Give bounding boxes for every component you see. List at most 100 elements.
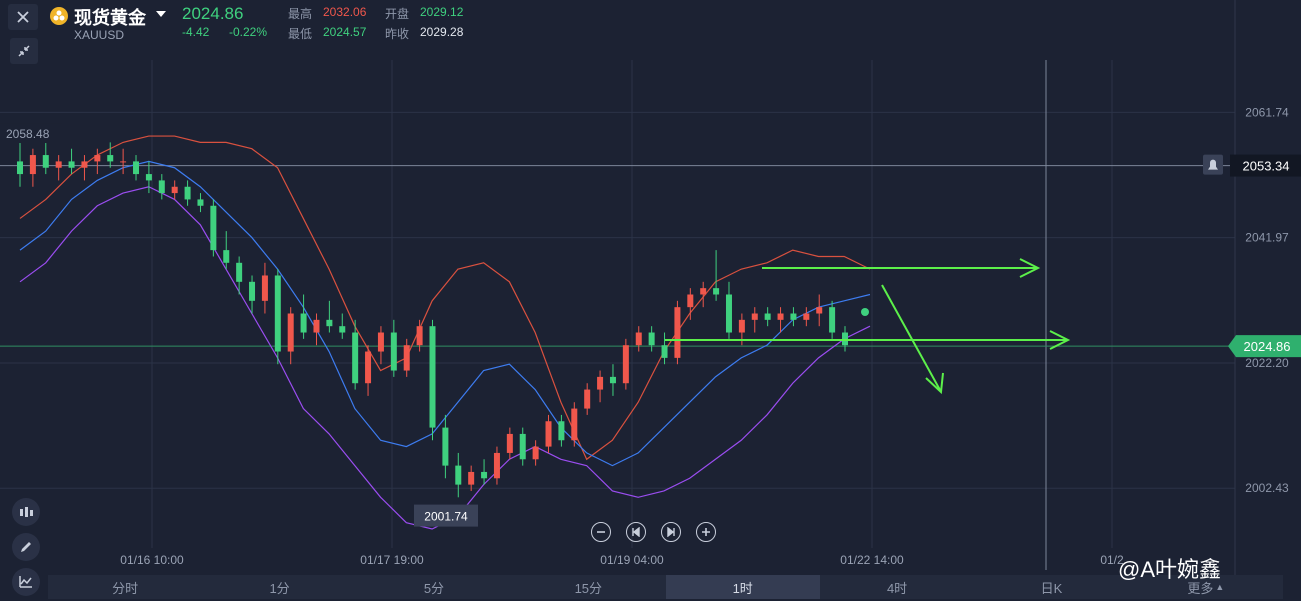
candle-body	[429, 326, 436, 428]
x-tick-label: 01/22 14:00	[840, 553, 904, 567]
y-tick-label: 2041.97	[1245, 231, 1289, 245]
candle-body	[352, 332, 359, 384]
candle-body	[17, 161, 23, 175]
open-value: 2029.12	[420, 5, 464, 19]
zoom-out-button[interactable]	[591, 522, 611, 542]
candle-body	[455, 465, 462, 485]
arrow-down-icon	[925, 372, 944, 395]
band-upper	[19, 135, 871, 461]
candle-body	[339, 326, 346, 333]
candle-body	[390, 332, 397, 371]
price-change: -4.42	[182, 25, 210, 39]
indicator-tool-button[interactable]	[12, 498, 40, 526]
candle-body	[481, 471, 488, 479]
zoom-in-button[interactable]	[696, 522, 716, 542]
y-tick-label: 2002.43	[1245, 481, 1289, 495]
plus-icon	[702, 528, 710, 536]
candle-body	[545, 421, 552, 447]
candle-body	[687, 294, 694, 308]
prev-close-value: 2029.28	[420, 25, 464, 39]
last-price-dot	[861, 308, 869, 316]
tab-4h[interactable]: 4时	[820, 575, 974, 599]
scroll-start-button[interactable]	[626, 522, 646, 542]
candle-body	[803, 313, 810, 320]
high-value: 2032.06	[323, 5, 367, 19]
candle-body	[55, 161, 62, 168]
candle-body	[197, 199, 204, 206]
candle-body	[713, 288, 720, 295]
scroll-end-button[interactable]	[661, 522, 681, 542]
chart-type-button[interactable]	[12, 568, 40, 596]
tab-1h[interactable]: 1时	[665, 575, 820, 599]
high-label: 最高	[288, 7, 313, 21]
y-tick-label: 2022.20	[1245, 356, 1289, 370]
candle-body	[506, 433, 513, 453]
watermark-text: @A叶婉鑫	[1118, 557, 1222, 582]
candle-body	[249, 281, 256, 301]
candle-body	[648, 332, 655, 346]
tab-1m[interactable]: 1分	[202, 575, 356, 599]
candle-body	[622, 345, 629, 384]
candle-body	[133, 161, 140, 175]
annotation-down-line	[881, 284, 941, 391]
candle-body	[236, 262, 243, 282]
candle-body	[313, 319, 320, 333]
minus-icon	[597, 531, 605, 533]
current-price: 2024.86	[182, 4, 244, 23]
prev-close-label: 昨收	[385, 27, 410, 41]
instrument-title[interactable]: 现货黄金	[74, 4, 146, 30]
candle-body	[442, 427, 449, 466]
candle-body	[416, 326, 423, 346]
candle-body	[145, 174, 152, 181]
close-button[interactable]	[8, 4, 38, 30]
candle-body	[184, 186, 191, 200]
open-label: 开盘	[385, 7, 410, 21]
candle-body	[597, 376, 604, 390]
candle-body	[532, 446, 539, 460]
candle-body	[107, 155, 114, 162]
low-value: 2024.57	[323, 25, 367, 39]
x-tick-label: 01/17 19:00	[360, 553, 424, 567]
collapse-arrows-icon	[18, 45, 30, 57]
collapse-button[interactable]	[10, 38, 38, 64]
price-change-percent: -0.22%	[229, 25, 268, 39]
candle-body	[816, 307, 823, 314]
instrument-symbol: XAUUSD	[74, 28, 125, 42]
skip-forward-icon	[667, 527, 675, 537]
candlestick-chart[interactable]: 2061.74 2041.97 2022.20 2002.43 01/16 10:00 0…	[0, 0, 1301, 601]
candle-body	[725, 294, 732, 333]
candle-body	[403, 345, 410, 371]
timeframe-tabs: 分时 1分 5分 15分 1时 4时 日K 更多 ▲	[48, 575, 1283, 599]
candle-body	[300, 313, 307, 333]
candle-body	[94, 155, 101, 162]
tab-daily[interactable]: 日K	[974, 575, 1128, 599]
candle-body	[29, 155, 36, 175]
candle-body	[842, 332, 848, 346]
y-tick-label: 2061.74	[1245, 105, 1289, 119]
candle-body	[287, 313, 294, 352]
line-chart-icon	[19, 576, 32, 588]
low-marker-label: 2001.74	[424, 510, 468, 524]
candle-body	[674, 307, 681, 358]
low-label: 最低	[288, 27, 313, 41]
x-tick-label: 01/19 04:00	[600, 553, 664, 567]
close-icon	[17, 11, 29, 23]
candle-body	[738, 319, 745, 333]
tab-fenshi[interactable]: 分时	[48, 575, 202, 599]
candle-body	[42, 155, 49, 168]
candle-body	[519, 433, 526, 460]
candle-body	[635, 332, 642, 346]
candle-body	[158, 180, 165, 194]
candle-body	[751, 313, 758, 320]
tab-15m[interactable]: 15分	[511, 575, 665, 599]
draw-tool-button[interactable]	[12, 533, 40, 561]
chevron-down-icon[interactable]	[156, 11, 166, 17]
tab-5m[interactable]: 5分	[357, 575, 511, 599]
candle-body	[326, 319, 333, 327]
candle-body	[764, 313, 771, 320]
skip-back-icon	[632, 527, 640, 537]
candle-body	[558, 421, 565, 441]
high-marker-label: 2058.48	[6, 127, 50, 141]
candle-body	[261, 275, 268, 301]
candle-body	[777, 313, 784, 320]
